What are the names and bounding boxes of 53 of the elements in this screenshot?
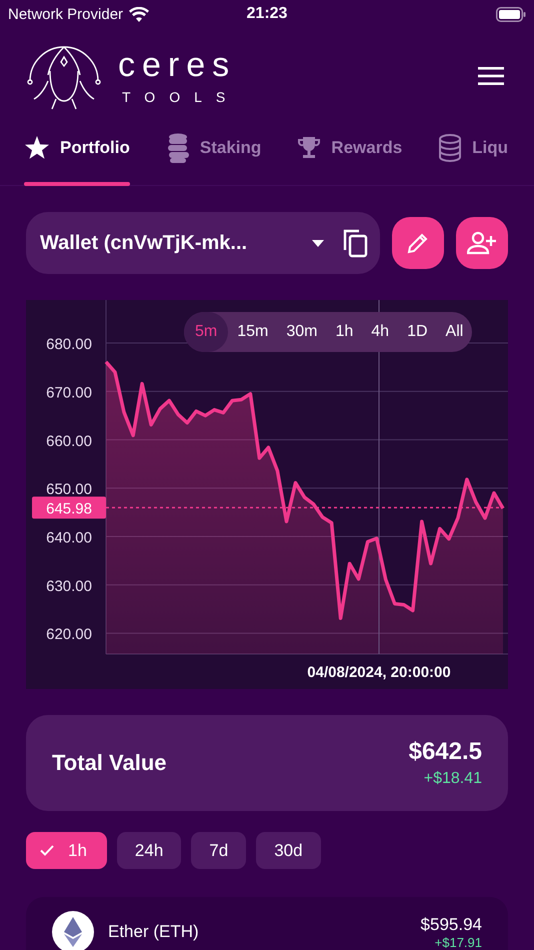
ref-line-label: 645.98 <box>46 500 92 518</box>
axis-tick-label: 660.00 <box>46 432 92 450</box>
asset-change: +$17.91 <box>434 934 482 950</box>
wallet-selector[interactable]: Wallet (cnVwTjK-mk... <box>26 212 380 274</box>
coin-stack-icon <box>166 133 190 163</box>
period-chip[interactable]: 24h <box>116 832 182 869</box>
nav-tab[interactable]: Liqu <box>438 122 508 186</box>
range-option[interactable]: 4h <box>362 312 398 352</box>
asset-value: $595.94 <box>420 914 482 934</box>
nav-tab[interactable]: Rewards <box>297 122 402 186</box>
range-option[interactable]: 1h <box>326 312 362 352</box>
range-option[interactable]: 30m <box>277 312 326 352</box>
nav-tab[interactable]: Portfolio <box>24 122 130 186</box>
ethereum-icon <box>52 911 94 950</box>
nav-tab[interactable]: Staking <box>166 122 262 186</box>
trophy-icon <box>297 136 322 160</box>
carrier-name: Network Provider <box>8 6 124 22</box>
asset-name: Ether (ETH) <box>108 922 200 942</box>
total-value-amount: $642.5 <box>408 738 482 766</box>
axis-tick-label: 670.00 <box>46 384 92 402</box>
axis-tick-label: 640.00 <box>46 529 92 546</box>
database-icon <box>438 134 462 162</box>
logo-subtitle: TOOLS <box>122 89 240 105</box>
range-option[interactable]: 5m <box>184 312 228 352</box>
total-value-change: +$18.41 <box>424 770 482 788</box>
range-option[interactable]: All <box>436 312 472 352</box>
axis-tick-label: 620.00 <box>46 626 92 644</box>
edit-button[interactable] <box>392 217 444 269</box>
menu-icon[interactable] <box>478 67 504 85</box>
logo-title: ceres <box>118 47 238 83</box>
wifi-icon <box>129 6 150 22</box>
caret-icon <box>312 240 324 246</box>
current-price-label: 645.98 <box>32 496 106 519</box>
period-chip[interactable]: 1h <box>26 832 107 869</box>
person-add-icon <box>467 231 497 255</box>
check-icon <box>40 845 54 856</box>
battery-icon <box>496 6 526 22</box>
range-option[interactable]: 1D <box>398 312 437 352</box>
axis-tick-label: 630.00 <box>46 578 92 595</box>
crosshair-timestamp: 04/08/2024, 20:00:00 <box>307 664 451 681</box>
star-icon <box>24 136 50 160</box>
clock-time: 21:23 <box>246 5 288 23</box>
range-option[interactable]: 15m <box>228 312 278 352</box>
period-chip[interactable]: 7d <box>191 832 246 869</box>
pencil-icon <box>406 231 430 255</box>
axis-tick-label: 650.00 <box>46 481 92 498</box>
period-chip[interactable]: 30d <box>256 832 321 869</box>
total-value-label: Total Value <box>52 750 168 776</box>
add-user-button[interactable] <box>456 217 508 269</box>
wallet-name: Wallet (cnVwTjK-mk... <box>40 232 248 254</box>
asset-row[interactable]: Ether (ETH) $595.94 +$17.91 <box>26 897 508 950</box>
axis-tick-label: 680.00 <box>46 336 92 354</box>
copy-icon[interactable] <box>342 228 368 258</box>
